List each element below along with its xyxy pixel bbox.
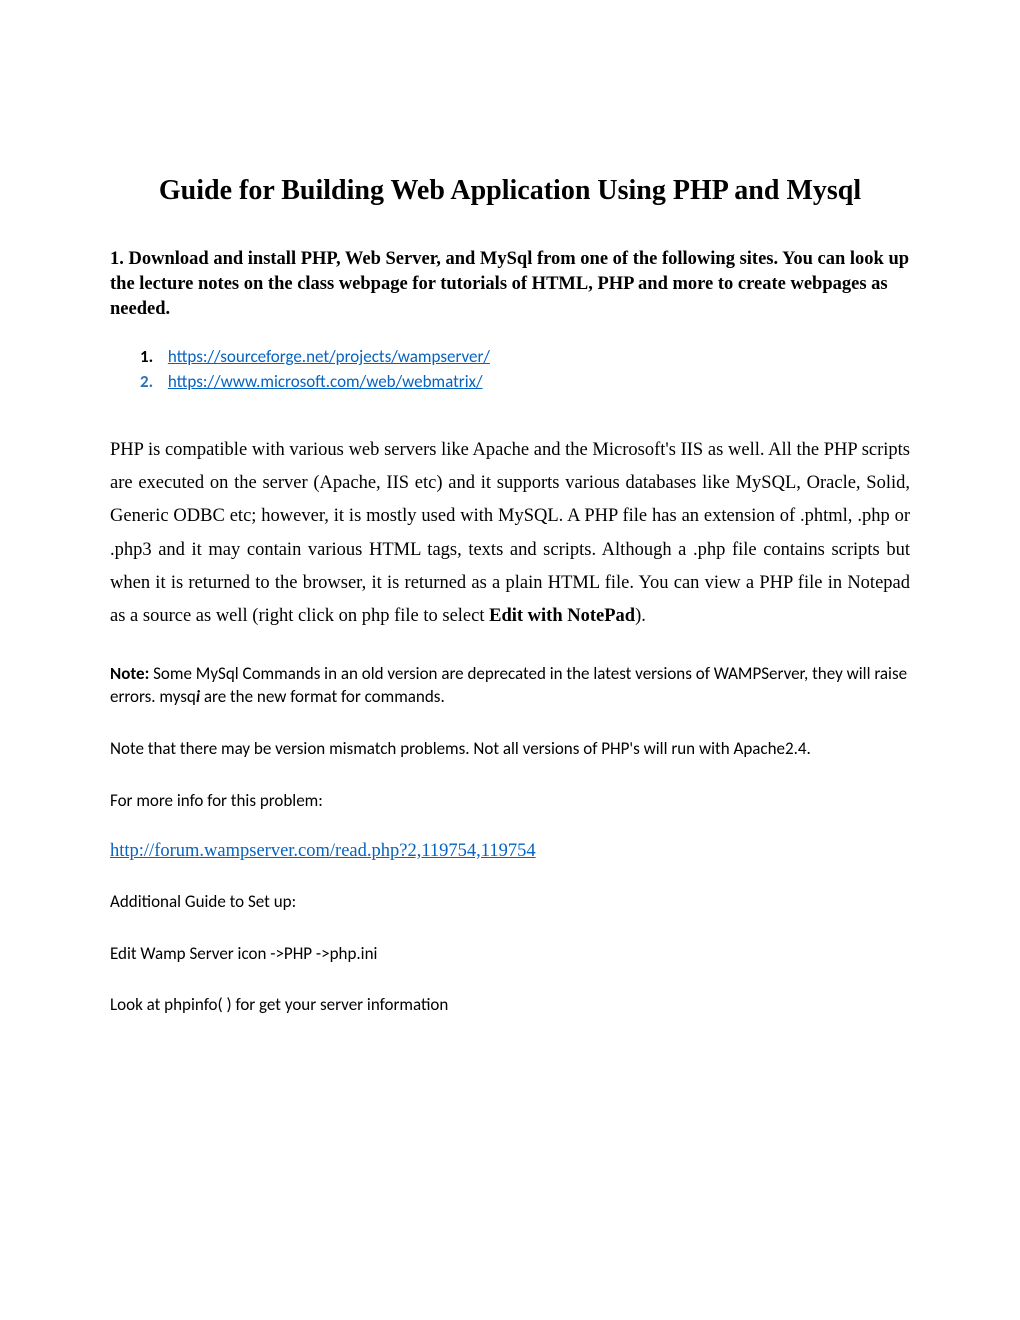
section-1-heading: 1. Download and install PHP, Web Server,… [110, 247, 910, 322]
edit-with-notepad-bold: Edit with NotePad [489, 606, 635, 626]
document-title: Guide for Building Web Application Using… [110, 175, 910, 207]
list-number-2: 2. [140, 371, 164, 394]
body-text-part1: PHP is compatible with various web serve… [110, 440, 910, 626]
forum-link[interactable]: http://forum.wampserver.com/read.php?2,1… [110, 841, 536, 861]
deprecated-commands-note: Note: Some MySql Commands in an old vers… [110, 662, 910, 710]
note-label: Note: [110, 663, 149, 684]
link-item-1: 1. https://sourceforge.net/projects/wamp… [140, 346, 910, 369]
list-number-1: 1. [140, 346, 164, 369]
php-description-paragraph: PHP is compatible with various web serve… [110, 434, 910, 634]
edit-wamp-line: Edit Wamp Server icon ->PHP ->php.ini [110, 942, 910, 966]
link-item-2: 2. https://www.microsoft.com/web/webmatr… [140, 371, 910, 394]
webmatrix-link[interactable]: https://www.microsoft.com/web/webmatrix/ [168, 371, 483, 392]
download-links-list: 1. https://sourceforge.net/projects/wamp… [110, 346, 910, 394]
more-info-label: For more info for this problem: [110, 789, 910, 813]
phpinfo-line: Look at phpinfo( ) for get your server i… [110, 993, 910, 1017]
version-mismatch-note: Note that there may be version mismatch … [110, 737, 910, 761]
forum-link-paragraph: http://forum.wampserver.com/read.php?2,1… [110, 841, 910, 862]
document-page: Guide for Building Web Application Using… [0, 0, 1020, 1155]
body-text-part2: ). [635, 606, 646, 626]
additional-guide-label: Additional Guide to Set up: [110, 890, 910, 914]
wampserver-link[interactable]: https://sourceforge.net/projects/wampser… [168, 346, 490, 367]
note-text-2: are the new format for commands. [200, 686, 445, 707]
